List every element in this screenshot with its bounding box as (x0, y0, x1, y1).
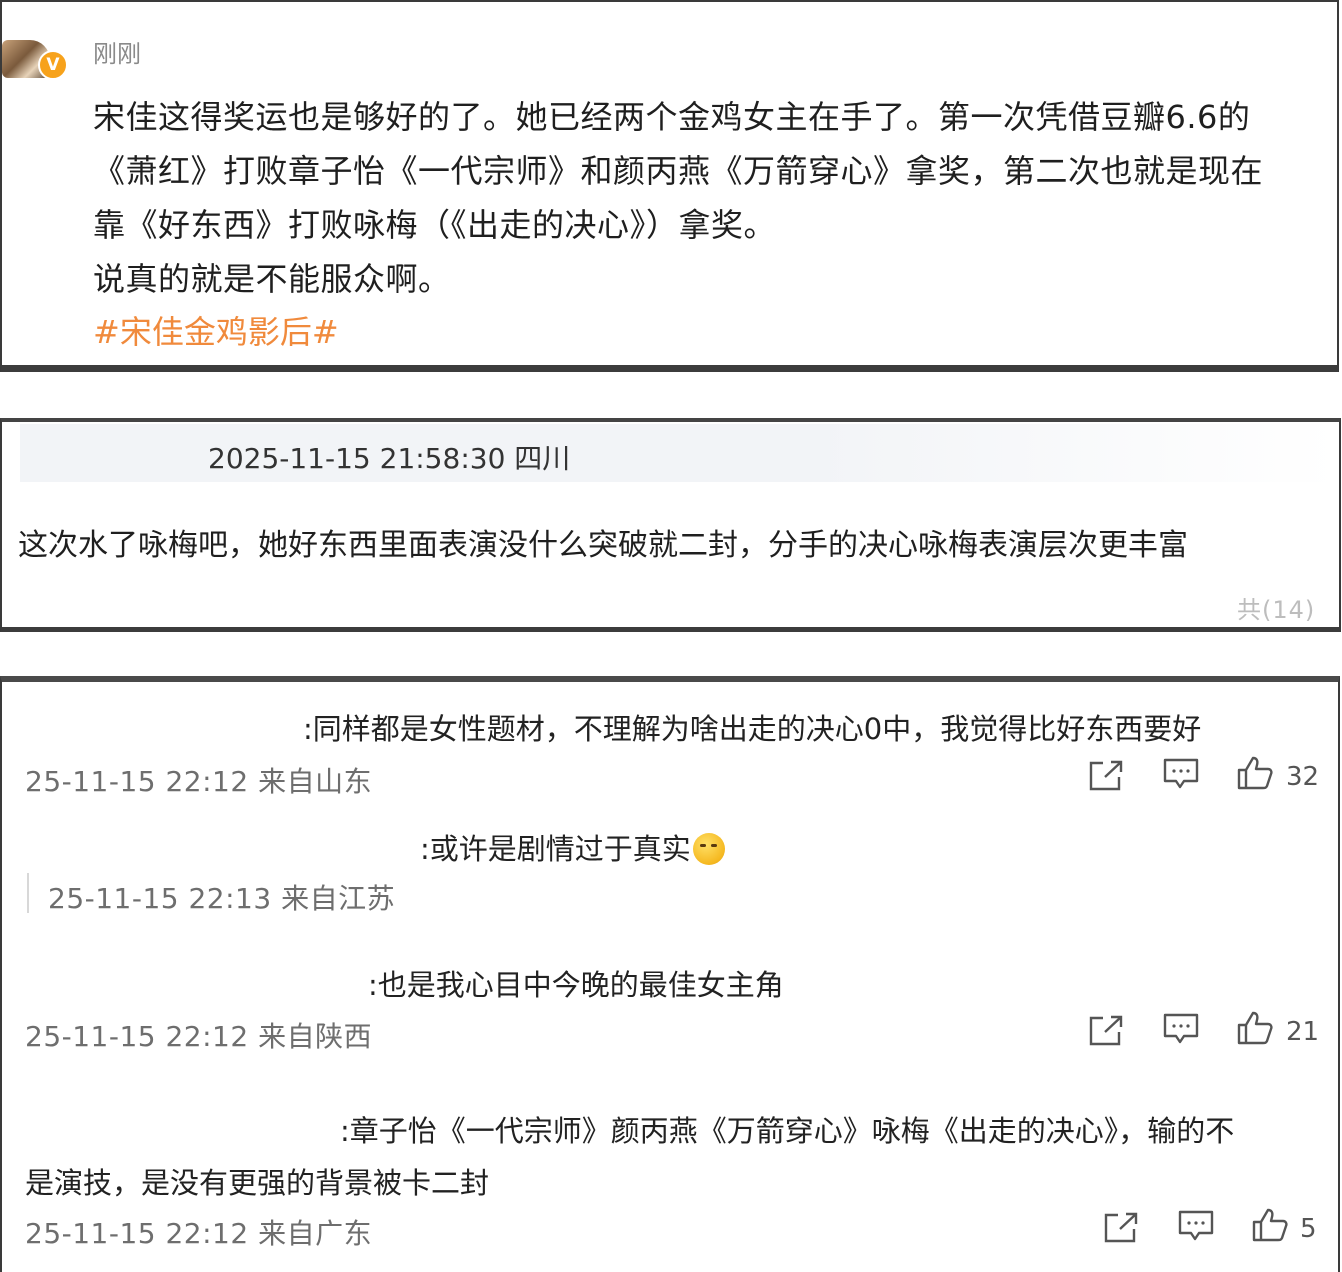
reply-meta: 25-11-15 22:12 来自陕西 (25, 1020, 373, 1053)
comment-meta: 2025-11-15 21:58:30 四川 (208, 442, 571, 475)
comment-icon[interactable] (1162, 757, 1200, 791)
share-icon[interactable] (1087, 759, 1125, 793)
comment-icon[interactable] (1177, 1209, 1215, 1243)
like-count: 5 (1300, 1214, 1317, 1244)
thread-line (27, 873, 29, 913)
reply-text: :或许是剧情过于真实 (420, 826, 725, 868)
post-line: 靠《好东西》打败咏梅（《出走的决心》）拿奖。 (93, 206, 777, 244)
thumbs-up-icon[interactable] (1236, 1011, 1274, 1045)
thumbs-up-icon[interactable] (1251, 1208, 1289, 1242)
reply-text: :同样都是女性题材，不理解为啥出走的决心0中，我觉得比好东西要好 (303, 712, 1202, 746)
reply-meta: 25-11-15 22:13 来自江苏 (48, 882, 396, 915)
comment-icon[interactable] (1162, 1012, 1200, 1046)
post-line: 宋佳这得奖运也是够好的了。她已经两个金鸡女主在手了。第一次凭借豆瓣6.6的 (93, 98, 1251, 136)
verified-badge-icon: V (38, 50, 68, 80)
share-icon[interactable] (1087, 1014, 1125, 1048)
post-line: 说真的就是不能服众啊。 (93, 260, 451, 298)
post-line: 《萧红》打败章子怡《一代宗师》和颜丙燕《万箭穿心》拿奖，第二次也就是现在 (93, 152, 1264, 190)
reply-text: :也是我心目中今晚的最佳女主角 (368, 968, 784, 1002)
more-replies-link[interactable]: 共(14) (1237, 590, 1315, 625)
reply-meta: 25-11-15 22:12 来自山东 (25, 765, 373, 798)
post-timestamp: 刚刚 (93, 40, 141, 68)
like-count: 21 (1286, 1017, 1320, 1047)
thumbs-up-icon[interactable] (1236, 756, 1274, 790)
reply-text: :章子怡《一代宗师》颜丙燕《万箭穿心》咏梅《出走的决心》，输的不 (340, 1114, 1235, 1148)
smirk-emoji-icon (692, 833, 725, 865)
hashtag-link[interactable]: #宋佳金鸡影后# (93, 307, 339, 353)
share-icon[interactable] (1102, 1211, 1140, 1245)
reply-meta: 25-11-15 22:12 来自广东 (25, 1217, 373, 1250)
reply-text-content: :或许是剧情过于真实 (420, 832, 691, 866)
reply-text: 是演技，是没有更强的背景被卡二封 (25, 1166, 490, 1200)
post-body: 宋佳这得奖运也是够好的了。她已经两个金鸡女主在手了。第一次凭借豆瓣6.6的 《萧… (93, 90, 1323, 306)
like-count: 32 (1286, 762, 1320, 792)
comment-text: 这次水了咏梅吧，她好东西里面表演没什么突破就二封，分手的决心咏梅表演层次更丰富 (18, 528, 1188, 563)
